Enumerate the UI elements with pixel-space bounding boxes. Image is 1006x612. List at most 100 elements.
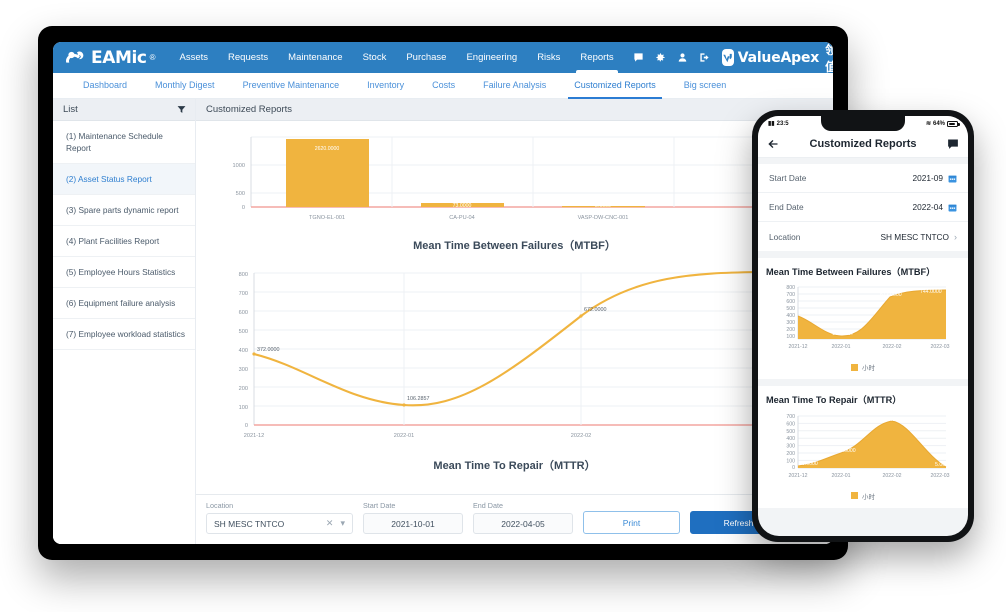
- sub-nav: Dashboard Monthly Digest Preventive Main…: [53, 73, 833, 99]
- sidebar-title: List: [63, 104, 78, 115]
- phone-mtbf-xtick-0: 2021-12: [788, 344, 807, 350]
- nav-item-stock[interactable]: Stock: [353, 42, 397, 73]
- bar-xtick-1: CA-PU-04: [449, 215, 475, 221]
- app-header: EAMic ® Assets Requests Maintenance Stoc…: [53, 42, 833, 74]
- chart-asset-status-bar: 1000 500 0 2620.0000 73.0000 2.0000 TGNO…: [196, 125, 833, 225]
- subnav-item-customized-reports[interactable]: Customized Reports: [560, 73, 670, 99]
- phone-mtbf-xtick-2: 2022-02: [882, 344, 901, 350]
- subnav-item-preventive-maintenance[interactable]: Preventive Maintenance: [229, 73, 354, 98]
- mtbf-ytick-700: 700: [239, 291, 248, 297]
- start-date-input[interactable]: 2021-10-01: [363, 513, 463, 534]
- chevron-right-icon[interactable]: ›: [954, 232, 957, 242]
- phone-row-end-date[interactable]: End Date 2022-04: [758, 193, 968, 222]
- phone-mttr-xtick-2: 2022-02: [882, 473, 901, 479]
- user-icon[interactable]: [677, 52, 688, 63]
- mtbf-ytick-500: 500: [239, 329, 248, 335]
- sidebar-item-spare-parts-dynamic-report[interactable]: (3) Spare parts dynamic report: [53, 195, 195, 227]
- mttr-chart-title: Mean Time To Repair（MTTR）: [433, 460, 596, 472]
- phone-mtbf-ytick-600: 600: [786, 299, 795, 305]
- phone-mtbf-ytick-700: 700: [786, 292, 795, 298]
- battery-percent: 64%: [932, 120, 945, 127]
- bar-ytick-1000: 1000: [233, 163, 245, 169]
- sidebar-item-maintenance-schedule-report[interactable]: (1) Maintenance Schedule Report: [53, 121, 195, 165]
- calendar-icon[interactable]: [948, 174, 957, 183]
- legend-swatch-icon: [851, 492, 858, 500]
- phone-mtbf-ytick-300: 300: [786, 320, 795, 326]
- gear-icon[interactable]: [655, 52, 666, 63]
- mtbf-ytick-800: 800: [239, 272, 248, 278]
- phone-status-bar: ▮▮ 23:5 ≋ 64%: [758, 116, 968, 131]
- content-title: Customized Reports: [196, 99, 833, 121]
- end-date-input[interactable]: 2022-04-05: [473, 513, 573, 534]
- mtbf-ytick-400: 400: [239, 348, 248, 354]
- brand-name: EAMic: [91, 47, 147, 68]
- nav-item-purchase[interactable]: Purchase: [396, 42, 456, 73]
- mtbf-point-label-1: 106.2857: [407, 396, 429, 402]
- logout-icon[interactable]: [699, 52, 710, 63]
- sidebar-item-plant-facilities-report[interactable]: (4) Plant Facilities Report: [53, 226, 195, 258]
- nav-item-risks[interactable]: Risks: [527, 42, 570, 73]
- sidebar-item-asset-status-report[interactable]: (2) Asset Status Report: [53, 164, 195, 196]
- nav-item-reports[interactable]: Reports: [570, 42, 623, 73]
- phone-mttr-ytick-0: 0: [792, 465, 795, 471]
- sidebar-item-employee-hours-statistics[interactable]: (5) Employee Hours Statistics: [53, 257, 195, 289]
- message-icon[interactable]: [633, 52, 644, 63]
- valueapex-name-cn: 领值: [825, 42, 833, 74]
- bar-ytick-0: 0: [242, 205, 245, 211]
- sidebar-item-employee-workload-statistics[interactable]: (7) Employee workload statistics: [53, 319, 195, 351]
- phone-row-location[interactable]: Location SH MESC TNTCO ›: [758, 222, 968, 251]
- mtbf-xtick-0: 2021-12: [244, 433, 265, 439]
- phone-mttr-ytick-500: 500: [786, 429, 795, 435]
- subnav-item-big-screen[interactable]: Big screen: [670, 73, 741, 98]
- bar-xtick-0: TGNO-EL-001: [309, 215, 345, 221]
- bar-label-vasp-dw-cnc-001: 2.0000: [595, 203, 611, 209]
- chart-mttr: Mean Time To Repair（MTTR）: [196, 445, 833, 475]
- asset-status-bar-svg: 1000 500 0 2620.0000 73.0000 2.0000 TGNO…: [233, 136, 833, 221]
- subnav-item-costs[interactable]: Costs: [418, 73, 469, 98]
- phone-mtbf-xtick-1: 2022-01: [831, 344, 850, 350]
- phone-mtbf-legend-label: 小时: [862, 365, 875, 373]
- phone-start-date-label: Start Date: [769, 173, 807, 183]
- valueapex-name: ValueApex: [737, 49, 820, 66]
- location-select[interactable]: SH MESC TNTCO ✕ ▾: [206, 513, 353, 534]
- end-date-label: End Date: [473, 501, 503, 510]
- subnav-item-monthly-digest[interactable]: Monthly Digest: [141, 73, 229, 98]
- nav-item-maintenance[interactable]: Maintenance: [278, 42, 352, 73]
- calendar-icon[interactable]: [948, 203, 957, 212]
- phone-mttr-ytick-700: 700: [786, 414, 795, 420]
- phone-mttr-ytick-600: 600: [786, 421, 795, 427]
- mtbf-chart-title: Mean Time Between Failures（MTBF）: [413, 240, 616, 252]
- nav-item-requests[interactable]: Requests: [218, 42, 278, 73]
- phone-card-mttr: Mean Time To Repair（MTTR） 700 600 500 40…: [758, 386, 968, 508]
- phone-mtbf-legend: 小时: [766, 362, 960, 375]
- mtbf-ytick-300: 300: [239, 367, 248, 373]
- mtbf-ytick-200: 200: [239, 386, 248, 392]
- nav-item-engineering[interactable]: Engineering: [456, 42, 527, 73]
- nav-item-assets[interactable]: Assets: [170, 42, 219, 73]
- message-icon[interactable]: [947, 138, 959, 150]
- sidebar: List (1) Maintenance Schedule Report (2)…: [53, 99, 196, 544]
- filter-icon[interactable]: [177, 105, 186, 114]
- start-date-label: Start Date: [363, 501, 396, 510]
- close-icon[interactable]: ✕: [326, 518, 334, 529]
- phone-screen: ▮▮ 23:5 ≋ 64% Customized Reports Start D…: [758, 116, 968, 536]
- content-panel: Customized Reports 1000 500 0 2620.0000 …: [196, 99, 833, 544]
- bar-label-tgno-el-001: 2620.0000: [315, 146, 340, 152]
- phone-app-bar: Customized Reports: [758, 131, 968, 158]
- phone-row-start-date[interactable]: Start Date 2021-09: [758, 164, 968, 193]
- subnav-item-failure-analysis[interactable]: Failure Analysis: [469, 73, 560, 98]
- print-button[interactable]: Print: [583, 511, 680, 534]
- phone-location-value: SH MESC TNTCO: [880, 231, 949, 242]
- chevron-down-icon[interactable]: ▾: [340, 518, 345, 529]
- location-value: SH MESC TNTCO: [214, 518, 285, 529]
- phone-mtbf-label-2: 672.0000: [880, 292, 902, 298]
- sidebar-item-equipment-failure-analysis[interactable]: (6) Equipment failure analysis: [53, 288, 195, 320]
- mtbf-point-label-2: 672.0000: [584, 307, 606, 313]
- phone-mttr-ytick-100: 100: [786, 458, 795, 464]
- mtbf-ytick-100: 100: [239, 405, 248, 411]
- phone-mtbf-ytick-100: 100: [786, 334, 795, 340]
- subnav-item-dashboard[interactable]: Dashboard: [69, 73, 141, 98]
- subnav-item-inventory[interactable]: Inventory: [353, 73, 418, 98]
- charts-scroll-area[interactable]: 1000 500 0 2620.0000 73.0000 2.0000 TGNO…: [196, 121, 833, 544]
- back-arrow-icon[interactable]: [767, 138, 779, 150]
